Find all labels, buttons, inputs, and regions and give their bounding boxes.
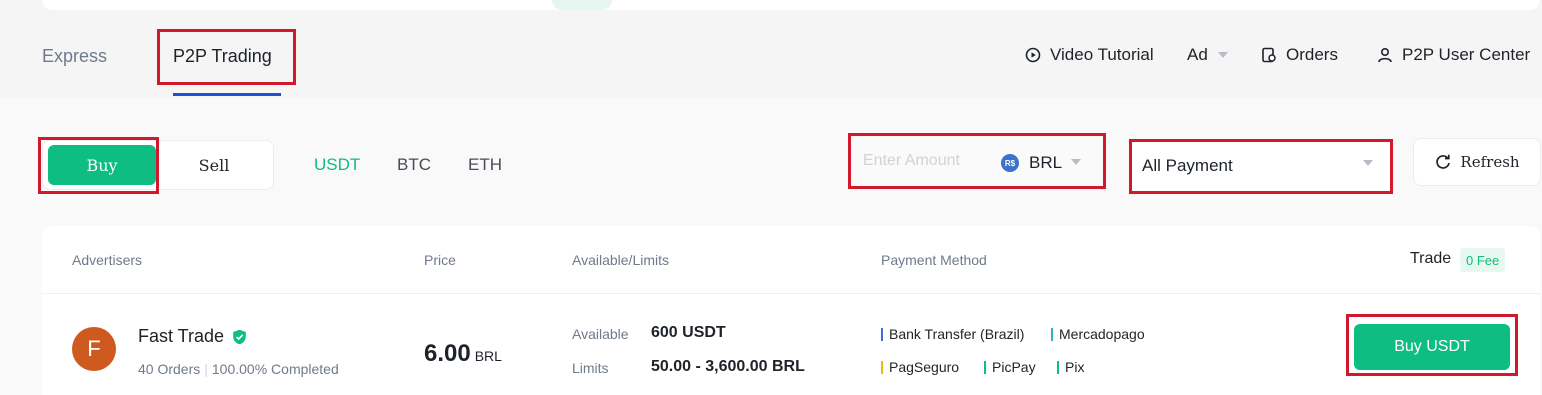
orders-icon bbox=[1260, 46, 1278, 64]
price-amount: 6.00 bbox=[424, 340, 471, 367]
chevron-down-icon bbox=[1217, 52, 1228, 58]
header-payment-method: Payment Method bbox=[881, 252, 987, 268]
refresh-label: Refresh bbox=[1460, 153, 1520, 171]
orders-link[interactable]: Orders bbox=[1260, 45, 1338, 65]
video-tutorial-label: Video Tutorial bbox=[1050, 45, 1154, 64]
tab-p2p-trading[interactable]: P2P Trading bbox=[173, 46, 272, 67]
header: Express P2P Trading Video Tutorial Ad Or… bbox=[0, 18, 1542, 98]
user-icon bbox=[1376, 46, 1394, 64]
header-trade: Trade bbox=[1410, 250, 1452, 267]
payment-color-bar bbox=[881, 327, 883, 341]
header-divider bbox=[42, 293, 1540, 294]
top-card bbox=[42, 0, 1540, 10]
payment-method-label: PagSeguro bbox=[889, 359, 960, 375]
amount-input[interactable] bbox=[863, 152, 993, 170]
payment-color-bar bbox=[1051, 327, 1053, 341]
available-value: 600 USDT bbox=[651, 324, 726, 341]
advertiser-name-text: Fast Trade bbox=[138, 326, 225, 346]
active-tab-indicator bbox=[173, 93, 281, 96]
tab-express[interactable]: Express bbox=[42, 46, 107, 67]
payment-method-label: PicPay bbox=[992, 359, 1036, 375]
payment-method-label: Bank Transfer (Brazil) bbox=[889, 326, 1025, 342]
avatar[interactable]: F bbox=[72, 327, 116, 371]
currency-select[interactable]: BRL bbox=[1029, 153, 1062, 173]
coin-tab-btc[interactable]: BTC bbox=[397, 155, 431, 175]
chevron-down-icon[interactable] bbox=[1071, 159, 1081, 165]
payment-method-bank-transfer: Bank Transfer (Brazil) bbox=[881, 326, 1024, 342]
header-price: Price bbox=[424, 252, 456, 268]
decorative-blob bbox=[552, 0, 612, 10]
ads-table: Advertisers Price Available/Limits Payme… bbox=[42, 226, 1540, 395]
verified-shield-icon bbox=[230, 328, 248, 346]
header-available-limits: Available/Limits bbox=[572, 252, 670, 268]
stats-separator: | bbox=[204, 361, 208, 377]
video-tutorial-link[interactable]: Video Tutorial bbox=[1024, 45, 1154, 65]
ad-label: Ad bbox=[1187, 45, 1208, 64]
price-value: 6.00 BRL bbox=[424, 340, 502, 368]
limits-label: Limits bbox=[572, 360, 609, 376]
limits-value: 50.00 - 3,600.00 BRL bbox=[651, 358, 805, 375]
ad-dropdown[interactable]: Ad bbox=[1187, 45, 1228, 65]
sell-toggle-button[interactable]: Sell bbox=[160, 145, 268, 185]
refresh-button[interactable]: Refresh bbox=[1413, 138, 1541, 186]
payment-filter-select[interactable]: All Payment bbox=[1132, 140, 1390, 190]
payment-method-pagseguro: PagSeguro bbox=[881, 359, 959, 375]
payment-method-label: Mercadopago bbox=[1059, 326, 1145, 342]
advertiser-name[interactable]: Fast Trade bbox=[138, 326, 248, 347]
payment-color-bar bbox=[881, 360, 883, 374]
payment-color-bar bbox=[984, 360, 986, 374]
amount-filter: R$ BRL bbox=[851, 136, 1103, 186]
chevron-down-icon bbox=[1363, 160, 1373, 166]
payment-method-mercadopago: Mercadopago bbox=[1051, 326, 1145, 342]
payment-method-label: Pix bbox=[1065, 359, 1085, 375]
refresh-icon bbox=[1434, 153, 1452, 171]
buy-toggle-button[interactable]: Buy bbox=[48, 145, 156, 185]
play-circle-icon bbox=[1024, 46, 1042, 64]
coin-tab-usdt[interactable]: USDT bbox=[314, 155, 360, 175]
payment-method-picpay: PicPay bbox=[984, 359, 1036, 375]
zero-fee-badge: 0 Fee bbox=[1460, 248, 1506, 272]
user-center-label: P2P User Center bbox=[1402, 45, 1531, 64]
coin-tab-eth[interactable]: ETH bbox=[468, 155, 502, 175]
available-label: Available bbox=[572, 326, 629, 342]
order-count: 40 Orders bbox=[138, 361, 201, 377]
advertiser-stats: 40 Orders | 100.00% Completed bbox=[138, 361, 339, 377]
completion-rate: 100.00% Completed bbox=[211, 361, 339, 377]
brl-currency-icon: R$ bbox=[1001, 154, 1019, 172]
orders-label: Orders bbox=[1286, 45, 1338, 64]
buy-usdt-button[interactable]: Buy USDT bbox=[1354, 324, 1510, 370]
p2p-user-center-link[interactable]: P2P User Center bbox=[1376, 45, 1530, 65]
payment-filter-value: All Payment bbox=[1142, 156, 1233, 175]
payment-method-pix: Pix bbox=[1057, 359, 1084, 375]
payment-color-bar bbox=[1057, 360, 1059, 374]
header-advertisers: Advertisers bbox=[72, 252, 143, 268]
price-currency: BRL bbox=[474, 348, 502, 364]
